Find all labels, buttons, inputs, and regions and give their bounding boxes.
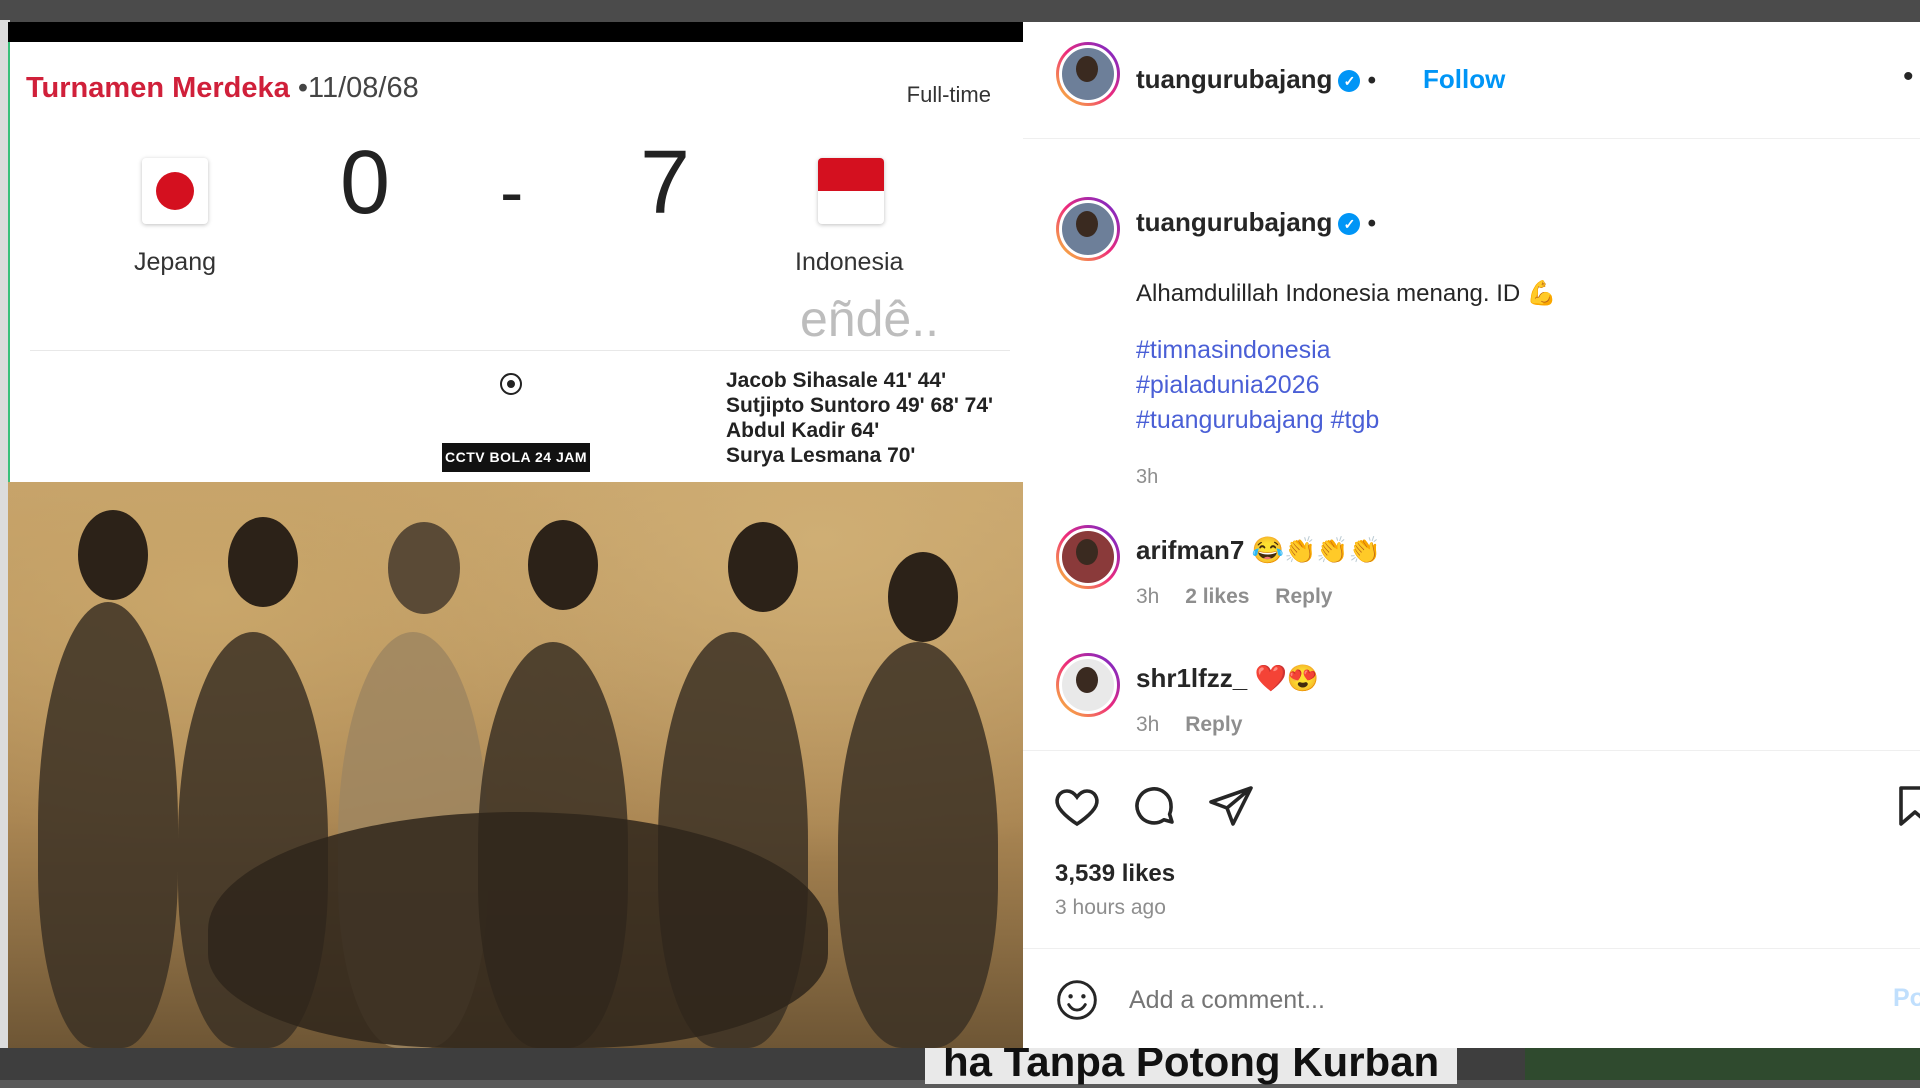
commenter-username[interactable]: arifman7 bbox=[1136, 535, 1244, 565]
comment-meta: 3h 2 likes Reply bbox=[1136, 585, 1352, 609]
verified-icon: ✓ bbox=[1338, 70, 1361, 93]
follow-button[interactable]: Follow bbox=[1423, 64, 1505, 95]
comment-item: shr1lfzz_ ❤️😍 3h Reply bbox=[1023, 653, 1920, 753]
photo-figure bbox=[888, 552, 958, 642]
comment-time: 3h bbox=[1136, 713, 1160, 736]
photo-figure bbox=[528, 520, 598, 610]
photo-figure bbox=[388, 522, 460, 614]
separator-dot: • bbox=[1367, 67, 1377, 94]
comment-item: arifman7 😂👏👏👏 3h 2 likes Reply bbox=[1023, 525, 1920, 625]
photo-figure bbox=[78, 510, 148, 600]
reply-button[interactable]: Reply bbox=[1185, 713, 1242, 736]
photo-figure bbox=[728, 522, 798, 612]
goal-scorer: Sutjipto Suntoro 49' 68' 74' bbox=[726, 394, 994, 417]
verified-icon: ✓ bbox=[1338, 213, 1361, 236]
comment-likes[interactable]: 2 likes bbox=[1185, 585, 1249, 608]
tournament-title: Turnamen Merdeka •11/08/68 bbox=[26, 72, 419, 105]
goal-scorer: Surya Lesmana 70' bbox=[726, 444, 916, 467]
scoreboard-graphic: Turnamen Merdeka •11/08/68 Full-time Jep… bbox=[8, 42, 1023, 482]
share-send-icon[interactable] bbox=[1207, 782, 1255, 830]
hashtag-link[interactable]: #pialadunia2026 bbox=[1136, 368, 1379, 403]
photo-figure bbox=[208, 812, 828, 1048]
comment-time: 3h bbox=[1136, 585, 1160, 608]
goal-scorers-list: Jacob Sihasale 41' 44' Sutjipto Suntoro … bbox=[726, 368, 993, 468]
separator-dot: • bbox=[1367, 210, 1377, 237]
more-options-icon[interactable]: • bbox=[1903, 60, 1914, 94]
background-image bbox=[1525, 1046, 1920, 1080]
score-separator: - bbox=[500, 153, 524, 231]
away-team-name: Indonesia bbox=[795, 248, 904, 276]
post-comment-button[interactable]: Po bbox=[1893, 984, 1920, 1013]
comment-body: arifman7 😂👏👏👏 bbox=[1136, 535, 1381, 566]
comment-text: 😂👏👏👏 bbox=[1251, 535, 1382, 565]
goal-scorer: Jacob Sihasale 41' 44' bbox=[726, 369, 947, 392]
post-media[interactable]: Turnamen Merdeka •11/08/68 Full-time Jep… bbox=[8, 22, 1023, 1048]
football-icon bbox=[500, 373, 522, 395]
tournament-name: Turnamen Merdeka bbox=[26, 72, 290, 104]
reply-button[interactable]: Reply bbox=[1275, 585, 1332, 608]
author-username[interactable]: tuangurubajang ✓ • bbox=[1136, 64, 1376, 95]
indonesia-flag-icon bbox=[818, 158, 884, 224]
comment-meta: 3h Reply bbox=[1136, 713, 1262, 737]
photo-figure bbox=[228, 517, 298, 607]
away-score: 7 bbox=[640, 133, 691, 233]
comment-text: ❤️😍 bbox=[1254, 663, 1320, 693]
commenter-avatar[interactable] bbox=[1056, 525, 1120, 589]
comment-divider bbox=[1023, 948, 1920, 949]
comment-body: shr1lfzz_ ❤️😍 bbox=[1136, 663, 1319, 694]
author-avatar[interactable] bbox=[1056, 42, 1120, 106]
caption-hashtags: #timnasindonesia #pialadunia2026 #tuangu… bbox=[1136, 333, 1379, 438]
actions-divider bbox=[1023, 750, 1920, 751]
post-modal: Turnamen Merdeka •11/08/68 Full-time Jep… bbox=[8, 22, 1920, 1048]
hashtag-link[interactable]: #timnasindonesia bbox=[1136, 333, 1379, 368]
watermark-text: eñdê.. bbox=[800, 291, 940, 347]
media-badge: CCTV BOLA 24 JAM bbox=[442, 443, 590, 472]
goal-scorer: Abdul Kadir 64' bbox=[726, 419, 880, 442]
like-count[interactable]: 3,539 likes bbox=[1055, 860, 1175, 888]
team-photo bbox=[8, 482, 1023, 1048]
emoji-picker-icon[interactable] bbox=[1055, 978, 1099, 1022]
author-username-text[interactable]: tuangurubajang bbox=[1136, 64, 1332, 94]
photo-figure bbox=[838, 642, 998, 1048]
home-score: 0 bbox=[340, 133, 391, 233]
post-side-panel: tuangurubajang ✓ • Follow • tuangurubajan… bbox=[1023, 22, 1920, 1048]
post-timestamp: 3 hours ago bbox=[1055, 896, 1166, 919]
commenter-username[interactable]: shr1lfzz_ bbox=[1136, 663, 1247, 693]
like-heart-icon[interactable] bbox=[1053, 782, 1101, 830]
caption-text: Alhamdulillah Indonesia menang. ID 💪 bbox=[1136, 280, 1557, 307]
comment-bubble-icon[interactable] bbox=[1130, 782, 1178, 830]
match-status: Full-time bbox=[906, 82, 991, 107]
caption-avatar[interactable] bbox=[1056, 197, 1120, 261]
caption-username[interactable]: tuangurubajang ✓ • bbox=[1136, 207, 1376, 238]
commenter-avatar[interactable] bbox=[1056, 653, 1120, 717]
hashtag-link[interactable]: #tuangurubajang #tgb bbox=[1136, 403, 1379, 438]
photo-figure bbox=[38, 602, 178, 1048]
bookmark-icon[interactable] bbox=[1891, 782, 1920, 830]
caption-time: 3h bbox=[1136, 466, 1159, 488]
caption-username-text[interactable]: tuangurubajang bbox=[1136, 207, 1332, 237]
scoreboard-divider bbox=[30, 350, 1010, 351]
comment-input[interactable] bbox=[1127, 985, 1831, 1016]
japan-flag-icon bbox=[142, 158, 208, 224]
home-team-name: Jepang bbox=[134, 248, 217, 276]
match-date: •11/08/68 bbox=[297, 72, 419, 104]
post-header: tuangurubajang ✓ • Follow • bbox=[1023, 22, 1920, 139]
